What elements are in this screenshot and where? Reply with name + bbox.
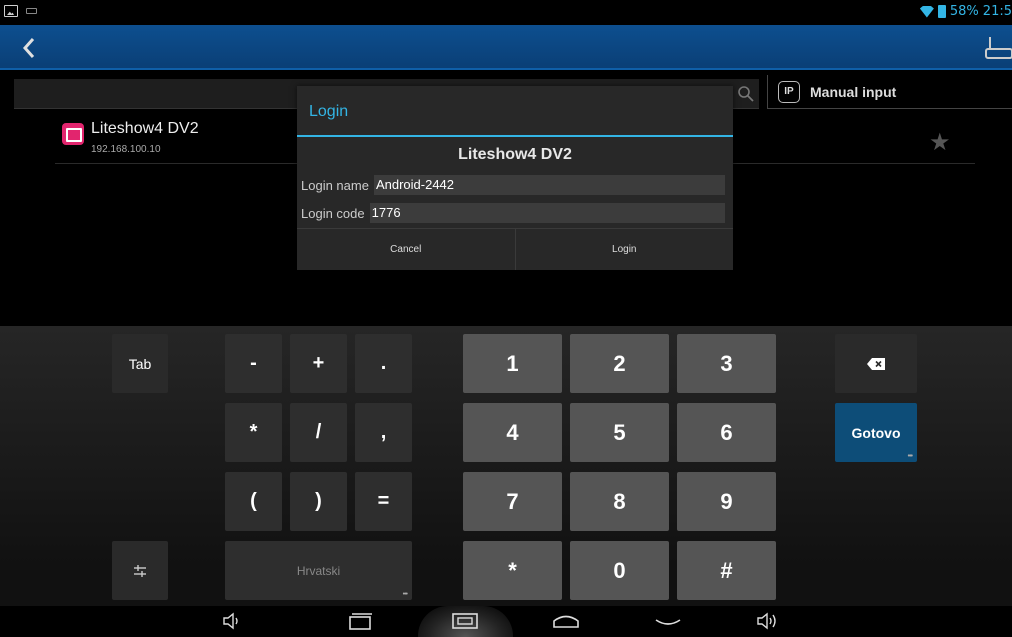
key-plus[interactable]: +	[290, 334, 347, 393]
numeric-keyboard: Tab - + . * / , ( ) = 1 2 3 4 5 6 7 8 9 …	[0, 326, 1012, 606]
key-equals[interactable]: =	[355, 472, 412, 531]
volume-down-icon[interactable]	[221, 610, 243, 632]
search-icon[interactable]	[737, 85, 755, 103]
key-open-paren[interactable]: (	[225, 472, 282, 531]
battery-level: 58%	[949, 4, 979, 19]
device-ip: 192.168.100.10	[91, 144, 161, 155]
login-code-row: Login code 1776	[301, 203, 725, 223]
system-status: 58% 21:5	[919, 4, 1012, 19]
key-close-paren[interactable]: )	[290, 472, 347, 531]
recent-apps-icon[interactable]	[345, 610, 375, 632]
login-button[interactable]: Login	[514, 229, 734, 270]
space-key-more-indicator: •••	[402, 591, 408, 598]
login-name-field[interactable]: Android-2442	[373, 175, 725, 195]
image-notification-icon	[4, 5, 18, 17]
backspace-icon	[867, 357, 885, 370]
key-6[interactable]: 6	[677, 403, 776, 462]
done-key[interactable]: Gotovo •••	[835, 403, 917, 462]
key-9[interactable]: 9	[677, 472, 776, 531]
navigation-bar	[0, 606, 1012, 637]
keyboard-settings-key[interactable]	[112, 541, 168, 600]
dialog-title: Login	[309, 103, 349, 120]
key-hash[interactable]: #	[677, 541, 776, 600]
tab-key[interactable]: Tab	[112, 334, 168, 393]
login-name-row: Login name Android-2442	[301, 175, 725, 195]
done-key-label: Gotovo	[851, 424, 901, 441]
star-icon[interactable]: ★	[929, 130, 953, 154]
key-5[interactable]: 5	[570, 403, 669, 462]
login-code-label: Login code	[301, 205, 365, 221]
key-7[interactable]: 7	[463, 472, 562, 531]
key-3[interactable]: 3	[677, 334, 776, 393]
key-4[interactable]: 4	[463, 403, 562, 462]
done-key-more-indicator: •••	[907, 453, 913, 460]
key-2[interactable]: 2	[570, 334, 669, 393]
home-icon[interactable]	[551, 610, 581, 632]
login-dialog: Login Liteshow4 DV2 Login name Android-2…	[297, 86, 733, 270]
cancel-button[interactable]: Cancel	[297, 229, 515, 270]
router-icon[interactable]	[984, 35, 1012, 61]
notification-icons	[4, 5, 37, 17]
back-arrow-icon[interactable]	[14, 33, 44, 63]
dialog-header: Login	[297, 86, 733, 137]
battery-icon	[937, 5, 946, 18]
keyboard-language-label: Hrvatski	[296, 563, 341, 578]
screenshot-icon[interactable]	[450, 610, 480, 632]
manual-input-label: Manual input	[810, 83, 897, 100]
clock: 21:5	[982, 4, 1012, 19]
key-star[interactable]: *	[463, 541, 562, 600]
action-bar	[0, 25, 1012, 70]
dialog-buttons: Cancel Login	[297, 228, 733, 270]
key-minus[interactable]: -	[225, 334, 282, 393]
key-period[interactable]: .	[355, 334, 412, 393]
keyboard-settings-icon	[134, 564, 146, 577]
key-8[interactable]: 8	[570, 472, 669, 531]
space-key[interactable]: Hrvatski •••	[225, 541, 412, 600]
backspace-key[interactable]	[835, 334, 917, 393]
ip-badge-icon: IP	[778, 80, 800, 103]
key-slash[interactable]: /	[290, 403, 347, 462]
key-1[interactable]: 1	[463, 334, 562, 393]
key-asterisk[interactable]: *	[225, 403, 282, 462]
key-0[interactable]: 0	[570, 541, 669, 600]
login-name-label: Login name	[301, 177, 369, 193]
hide-keyboard-icon[interactable]	[653, 610, 683, 632]
keyboard-notification-icon	[26, 8, 37, 14]
dialog-device-name: Liteshow4 DV2	[458, 146, 572, 163]
login-code-field[interactable]: 1776	[369, 203, 725, 223]
projector-icon	[62, 123, 84, 145]
volume-up-icon[interactable]	[755, 610, 781, 632]
wifi-icon	[919, 5, 934, 18]
key-comma[interactable]: ,	[355, 403, 412, 462]
status-bar: 58% 21:5	[0, 0, 1012, 25]
manual-input-button[interactable]: IP Manual input	[767, 75, 1012, 109]
device-name: Liteshow4 DV2	[91, 120, 199, 137]
